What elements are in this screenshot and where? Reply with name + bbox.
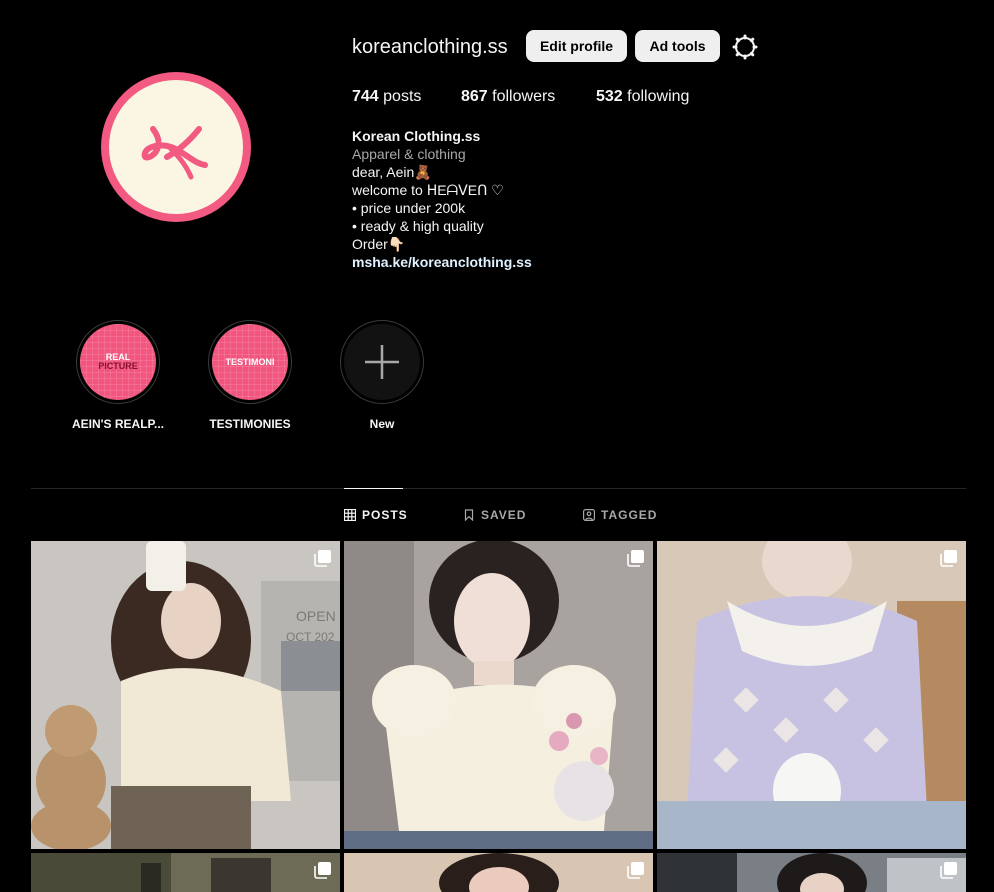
bio-name: Korean Clothing.ss [352,128,481,144]
edit-profile-button[interactable]: Edit profile [526,30,627,62]
profile-page: koreanclothing.ss Edit profile Ad tools … [0,0,994,892]
svg-text:OPEN: OPEN [296,608,336,624]
highlight-label: AEIN'S REALP... [72,417,164,431]
plus-icon [344,324,420,400]
post-image [657,853,966,892]
ad-tools-button[interactable]: Ad tools [635,30,720,62]
highlight-ring[interactable]: TESTIMONI [208,320,292,404]
bio-line: dear, Aein🧸 [352,164,432,180]
bio-line: • price under 200k [352,200,466,216]
posts-count: 744 posts [352,88,421,106]
post-image: OPEN OCT 202 [31,541,340,849]
highlight-label: TESTIMONIES [209,417,291,431]
following-count-label: following [627,88,690,105]
tab-tagged[interactable]: TAGGED [583,508,657,522]
multiple-posts-icon [940,550,957,567]
tag-icon [583,509,595,521]
profile-username: koreanclothing.ss [352,36,508,58]
post-tile[interactable] [657,541,966,849]
bio-line: welcome to ᕼEᗩᐯEᑎ ♡ [352,182,504,198]
highlight-cover-text: PICTURE [98,361,138,371]
highlight-testimonies[interactable]: TESTIMONI TESTIMONIES [208,320,292,431]
following-count-value: 532 [596,88,623,105]
post-image [344,541,653,849]
highlight-ring[interactable] [340,320,424,404]
highlight-cover-text: TESTIMONI [225,356,275,367]
followers-count-value: 867 [461,88,488,105]
bookmark-icon [464,509,474,521]
bio-line: Order👇🏻 [352,236,406,252]
followers-count-label: followers [492,88,556,105]
tab-label: SAVED [481,508,527,522]
highlight-real-picture[interactable]: REAL PICTURE AEIN'S REALP... [72,320,164,431]
bio-line: • ready & high quality [352,218,484,234]
post-tile[interactable] [31,853,340,892]
following-link[interactable]: 532 following [596,88,689,106]
gear-icon[interactable] [732,34,758,60]
followers-link[interactable]: 867 followers [461,88,555,106]
tab-posts[interactable]: POSTS [344,508,408,522]
highlight-label: New [369,417,395,431]
tab-saved[interactable]: SAVED [463,508,526,522]
post-image [657,541,966,849]
posts-count-label: posts [383,88,422,105]
grid-icon [344,509,356,521]
active-tab-indicator [344,488,403,489]
avatar-logo [109,80,243,214]
highlight-cover: TESTIMONI [212,324,288,400]
post-tile[interactable] [344,541,653,849]
post-tile[interactable] [344,853,653,892]
tabs-divider [31,488,966,489]
multiple-posts-icon [314,550,331,567]
bio-link[interactable]: msha.ke/koreanclothing.ss [352,253,532,271]
multiple-posts-icon [627,550,644,567]
post-tile[interactable] [657,853,966,892]
highlight-ring[interactable]: REAL PICTURE [76,320,160,404]
multiple-posts-icon [627,862,644,879]
highlight-cover: REAL PICTURE [80,324,156,400]
profile-bio: Korean Clothing.ss Apparel & clothing de… [352,127,532,271]
post-image [344,853,653,892]
post-image [31,853,340,892]
multiple-posts-icon [940,862,957,879]
tab-label: TAGGED [601,508,658,522]
tab-label: POSTS [362,508,408,522]
bio-category: Apparel & clothing [352,146,466,162]
highlight-new[interactable]: New [340,320,424,431]
post-tile[interactable]: OPEN OCT 202 [31,541,340,849]
multiple-posts-icon [314,862,331,879]
profile-avatar[interactable] [101,72,251,222]
posts-count-value: 744 [352,88,379,105]
